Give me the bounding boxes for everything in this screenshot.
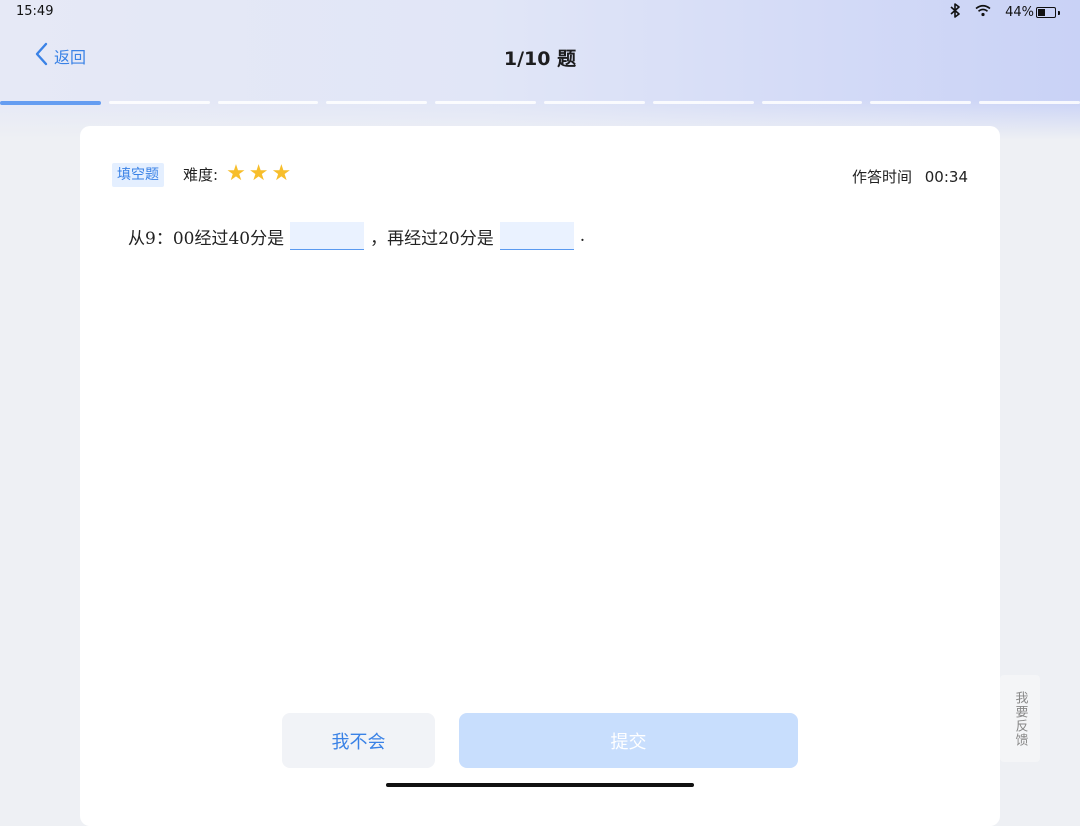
question-text: 从9：00经过40分是 ，再经过20分是 .: [128, 222, 585, 250]
timer-label: 作答时间: [851, 168, 912, 186]
progress-segment: [326, 101, 428, 104]
feedback-label: 我要反馈: [1012, 690, 1028, 747]
progress-segment: [543, 101, 645, 104]
status-time: 15:49: [16, 4, 54, 19]
wifi-icon: [975, 4, 991, 21]
difficulty-stars: ★ ★ ★: [226, 162, 291, 186]
progress-segment: [870, 101, 972, 104]
battery-icon: [1036, 7, 1056, 18]
question-segment-1: 从9：00经过40分是: [128, 228, 285, 249]
answer-blank-1[interactable]: [290, 222, 365, 250]
question-card: 填空题 难度: ★ ★ ★ 作答时间 00:34 从9：00经过40分是 ，再经过2…: [80, 126, 1000, 826]
feedback-button[interactable]: 我要反馈: [1000, 675, 1040, 762]
progress-segment: [0, 101, 101, 105]
battery-tip: [1058, 10, 1060, 15]
dont-know-button[interactable]: 我不会: [282, 713, 435, 768]
difficulty-rating: 难度: ★ ★ ★: [183, 162, 291, 186]
progress-segment: [979, 101, 1080, 104]
bluetooth-icon: [949, 3, 961, 22]
timer-value: 00:34: [924, 168, 968, 186]
submit-button[interactable]: 提交: [459, 713, 798, 768]
question-segment-3: .: [579, 226, 586, 246]
star-icon: ★: [248, 161, 269, 186]
star-icon: ★: [271, 161, 292, 186]
progress-segment: [217, 101, 319, 104]
question-progress-bar: [0, 101, 1080, 107]
battery-level-fill: [1038, 9, 1045, 16]
status-icons: 44%: [949, 3, 1060, 22]
progress-segment: [761, 101, 863, 104]
progress-segment: [108, 101, 210, 104]
page-title: 1/10 题: [503, 48, 577, 70]
battery-indicator: 44%: [1005, 5, 1060, 20]
progress-segment: [652, 101, 754, 104]
progress-segment: [435, 101, 536, 104]
star-icon: ★: [226, 161, 246, 186]
answer-timer: 作答时间 00:34: [852, 166, 968, 187]
battery-percent: 44%: [1005, 5, 1034, 20]
difficulty-label: 难度:: [183, 165, 219, 184]
status-bar: 15:49 44%: [0, 0, 1080, 24]
question-type-badge: 填空题: [112, 163, 164, 187]
question-segment-2: ，再经过20分是: [370, 228, 494, 249]
home-indicator[interactable]: [386, 783, 694, 787]
answer-blank-2[interactable]: [499, 222, 574, 250]
